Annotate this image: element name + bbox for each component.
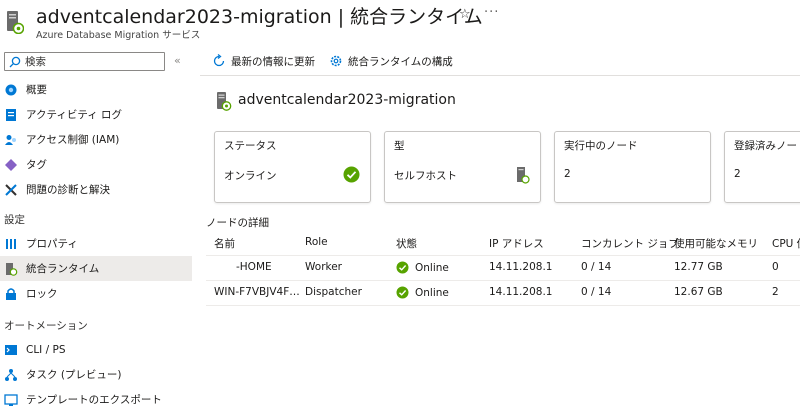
server-gear-icon (217, 92, 232, 111)
sidebar-item-activity-log[interactable]: アクティビティ ログ (0, 102, 192, 127)
registered-nodes-card: 登録済みノード 2 (724, 131, 800, 203)
activity-log-icon (6, 108, 16, 121)
sidebar: 検索 « 概要 アクティビティ ログ アクセス制御 (IAM) タグ 問題の診断… (0, 46, 192, 417)
card-title: 登録済みノード (734, 140, 800, 152)
node-jobs: 0 / 14 (581, 286, 612, 298)
check-circle-icon (396, 261, 409, 274)
status-card: ステータス オンライン (214, 131, 371, 203)
diagnose-icon (5, 183, 17, 196)
more-options-icon[interactable]: ··· (484, 5, 499, 20)
type-card: 型 セルフホスト (384, 131, 541, 203)
column-header[interactable]: 使用可能なメモリ (674, 236, 758, 251)
card-value: オンライン (224, 170, 277, 182)
column-header[interactable]: IP アドレス (489, 236, 544, 251)
page-title: adventcalendar2023-migration | 統合ランタイム (36, 6, 483, 28)
sidebar-item-tasks[interactable]: タスク (プレビュー) (0, 362, 192, 387)
sidebar-item-iam[interactable]: アクセス制御 (IAM) (0, 127, 192, 152)
sidebar-item-lock[interactable]: ロック (0, 281, 192, 306)
check-circle-icon (396, 286, 409, 299)
table-row[interactable]: WIN-F7VBJV4F… Dispatcher Online 14.11.20… (206, 282, 800, 306)
tasks-icon (5, 368, 17, 381)
card-value: 2 (564, 168, 571, 180)
table-row[interactable]: -HOME Worker Online 14.11.208.1 0 / 14 1… (206, 257, 800, 281)
node-memory: 12.67 GB (674, 286, 723, 298)
section-settings: 設定 (4, 214, 25, 226)
card-title: 型 (394, 140, 405, 152)
page-subtitle: Azure Database Migration サービス (36, 30, 201, 41)
search-placeholder: 検索 (25, 56, 46, 68)
card-value: 2 (734, 168, 741, 180)
column-header[interactable]: 名前 (214, 236, 235, 251)
tag-icon (5, 158, 17, 171)
running-nodes-card: 実行中のノード 2 (554, 131, 711, 203)
properties-icon (6, 238, 16, 249)
lock-icon (6, 287, 16, 300)
page-header: adventcalendar2023-migration | 統合ランタイム A… (0, 0, 800, 46)
table-header: 名前 Role 状態 IP アドレス コンカレント ジョブ 使用可能なメモリ C… (206, 232, 800, 256)
sidebar-item-cli[interactable]: CLI / PS (0, 337, 192, 362)
node-status: Online (396, 286, 449, 299)
node-role: Worker (305, 261, 342, 273)
command-bar: 最新の情報に更新 統合ランタイムの構成 (212, 52, 467, 70)
node-memory: 12.77 GB (674, 261, 723, 273)
card-value: セルフホスト (394, 170, 457, 182)
node-status: Online (396, 261, 449, 274)
sidebar-item-export-template[interactable]: テンプレートのエクスポート (0, 387, 192, 412)
runtime-name: adventcalendar2023-migration (238, 92, 456, 108)
column-header[interactable]: Role (305, 236, 328, 248)
server-gear-icon (7, 11, 24, 34)
card-title: 実行中のノード (564, 140, 638, 152)
sidebar-item-overview[interactable]: 概要 (0, 77, 192, 102)
cli-icon (5, 344, 17, 355)
sidebar-item-properties[interactable]: プロパティ (0, 231, 192, 256)
integration-runtime-icon (6, 262, 18, 276)
iam-icon (5, 134, 16, 145)
sidebar-item-integration-runtime[interactable]: 統合ランタイム (0, 256, 192, 281)
card-title: ステータス (224, 140, 277, 152)
configure-runtime-button[interactable]: 統合ランタイムの構成 (329, 54, 453, 69)
column-header[interactable]: コンカレント ジョブ (581, 236, 679, 251)
column-header[interactable]: CPU 使 (772, 236, 800, 251)
node-ip: 14.11.208.1 (489, 261, 553, 273)
node-cpu: 2 (772, 286, 779, 298)
favorite-star-icon[interactable]: ☆ (459, 7, 471, 22)
export-template-icon (4, 393, 18, 406)
sidebar-item-tags[interactable]: タグ (0, 152, 192, 177)
check-circle-icon (343, 166, 360, 183)
sidebar-item-diagnose[interactable]: 問題の診断と解決 (0, 177, 192, 202)
node-name[interactable]: WIN-F7VBJV4F… (214, 286, 300, 298)
collapse-sidebar-icon[interactable]: « (174, 54, 181, 67)
node-jobs: 0 / 14 (581, 261, 612, 273)
refresh-button[interactable]: 最新の情報に更新 (212, 54, 315, 69)
section-automation: オートメーション (4, 320, 88, 332)
node-details-title: ノードの詳細 (206, 217, 269, 229)
column-header[interactable]: 状態 (396, 236, 417, 251)
gear-icon (330, 55, 342, 67)
node-cpu: 0 (772, 261, 779, 273)
node-ip: 14.11.208.1 (489, 286, 553, 298)
node-role: Dispatcher (305, 286, 362, 298)
refresh-icon (213, 54, 225, 67)
search-input[interactable]: 検索 (4, 52, 165, 71)
node-name[interactable]: -HOME (236, 261, 272, 273)
server-icon (517, 167, 530, 184)
search-icon (9, 56, 21, 67)
overview-icon (5, 84, 17, 95)
toolbar-divider (200, 75, 800, 76)
